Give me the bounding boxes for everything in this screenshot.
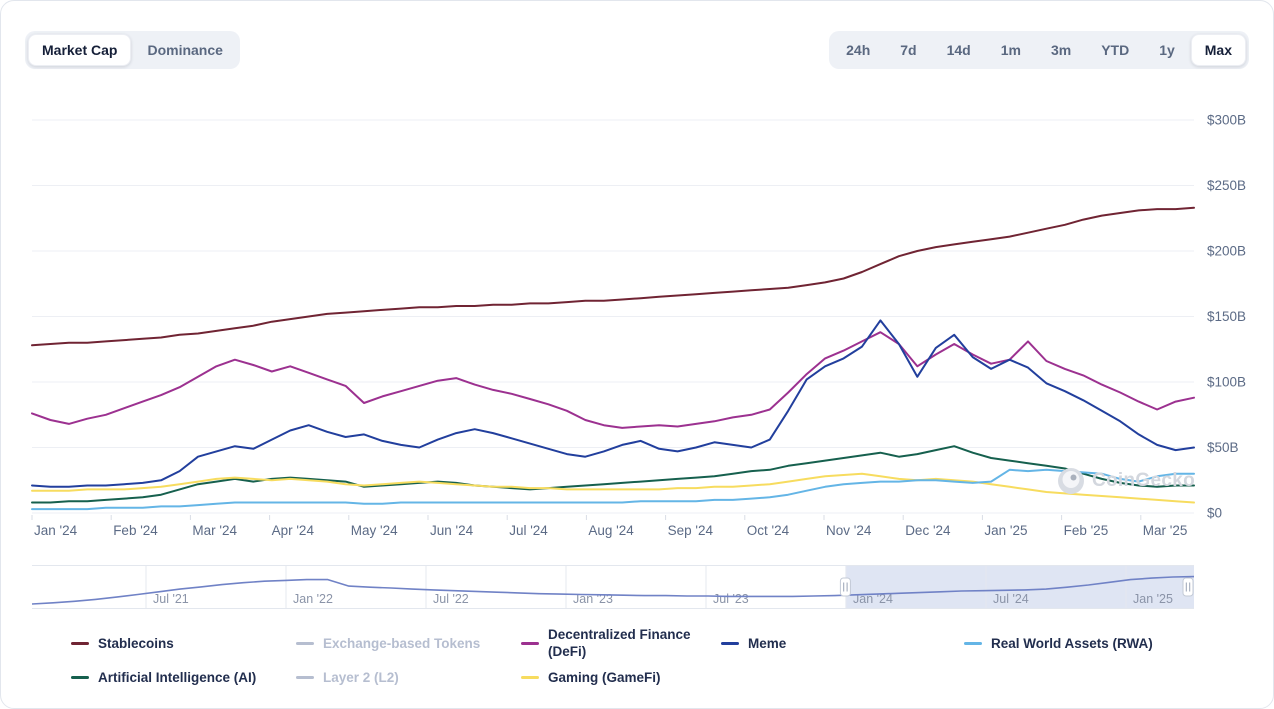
series-line-decentralized-finance-defi xyxy=(32,332,1194,428)
legend-item-layer-2-l2[interactable]: Layer 2 (L2) xyxy=(296,669,521,686)
y-axis-label: $50B xyxy=(1207,440,1239,455)
x-axis-label: Feb '25 xyxy=(1064,523,1109,538)
range-ytd[interactable]: YTD xyxy=(1087,34,1143,66)
range-3m[interactable]: 3m xyxy=(1037,34,1085,66)
navigator-tick-label: Jul '21 xyxy=(153,592,189,606)
navigator-tick-label: Jul '22 xyxy=(433,592,469,606)
navigator-handle-left[interactable] xyxy=(840,578,850,596)
legend-item-gaming-gamefi[interactable]: Gaming (GameFi) xyxy=(521,669,721,686)
navigator-tick-label: Jul '24 xyxy=(993,592,1029,606)
x-axis-label: May '24 xyxy=(351,523,398,538)
legend-label: Real World Assets (RWA) xyxy=(991,635,1153,652)
legend-swatch-stablecoins xyxy=(71,642,89,645)
legend-label: Decentralized Finance (DeFi) xyxy=(548,626,721,660)
main-chart[interactable]: $0 $50B $100B $150B $200B $250B $300B Jan '24 Fe… xyxy=(17,83,1259,543)
x-axis-label: Jan '25 xyxy=(984,523,1027,538)
x-axis-label: Sep '24 xyxy=(668,523,714,538)
legend-swatch-gaming-gamefi xyxy=(521,676,539,679)
x-axis-label: Feb '24 xyxy=(113,523,158,538)
legend-item-stablecoins[interactable]: Stablecoins xyxy=(71,626,296,660)
navigator-tick-label: Jul '23 xyxy=(713,592,749,606)
legend-item-meme[interactable]: Meme xyxy=(721,626,964,660)
market-cap-chart-card: Market CapDominance 24h7d14d1m3mYTD1yMax… xyxy=(0,0,1274,709)
chart-header: Market CapDominance 24h7d14d1m3mYTD1yMax xyxy=(25,31,1249,69)
legend-label: Meme xyxy=(748,635,786,652)
y-axis-label: $200B xyxy=(1207,244,1246,259)
x-axis-label: Aug '24 xyxy=(588,523,634,538)
y-axis-label: $0 xyxy=(1207,506,1222,521)
x-axis-label: Jul '24 xyxy=(509,523,548,538)
legend-swatch-real-world-assets-rwa xyxy=(964,642,982,645)
legend-item-exchange-based-tokens[interactable]: Exchange-based Tokens xyxy=(296,626,521,660)
legend-label: Artificial Intelligence (AI) xyxy=(98,669,256,686)
x-axis-label: Mar '25 xyxy=(1143,523,1188,538)
y-axis-label: $150B xyxy=(1207,309,1246,324)
x-axis-label: Jun '24 xyxy=(430,523,474,538)
legend-label: Gaming (GameFi) xyxy=(548,669,661,686)
y-axis-label: $100B xyxy=(1207,375,1246,390)
navigator[interactable]: Jul '21Jan '22Jul '22Jan '23Jul '23Jan '… xyxy=(17,562,1259,612)
x-axis-label: Dec '24 xyxy=(905,523,951,538)
series-line-gaming-gamefi xyxy=(32,474,1194,503)
legend-swatch-layer-2-l2 xyxy=(296,676,314,679)
legend: Stablecoins Exchange-based Tokens Decentra… xyxy=(71,626,1257,686)
legend-swatch-meme xyxy=(721,642,739,645)
x-axis-label: Oct '24 xyxy=(747,523,790,538)
metric-toggle-group: Market CapDominance xyxy=(25,31,240,69)
legend-swatch-exchange-based-tokens xyxy=(296,642,314,645)
legend-item-decentralized-finance-defi[interactable]: Decentralized Finance (DeFi) xyxy=(521,626,721,660)
range-1y[interactable]: 1y xyxy=(1145,34,1189,66)
time-range-group: 24h7d14d1m3mYTD1yMax xyxy=(829,31,1249,69)
tab-market-cap[interactable]: Market Cap xyxy=(28,34,131,66)
y-axis-label: $300B xyxy=(1207,113,1246,128)
series-line-stablecoins xyxy=(32,208,1194,345)
legend-label: Stablecoins xyxy=(98,635,174,652)
legend-label: Layer 2 (L2) xyxy=(323,669,399,686)
tab-dominance[interactable]: Dominance xyxy=(133,34,236,66)
legend-item-real-world-assets-rwa[interactable]: Real World Assets (RWA) xyxy=(964,626,1257,660)
range-7d[interactable]: 7d xyxy=(886,34,930,66)
range-14d[interactable]: 14d xyxy=(933,34,985,66)
main-chart-area: $0 $50B $100B $150B $200B $250B $300B Jan '24 Fe… xyxy=(17,83,1257,543)
navigator-tick-label: Jan '22 xyxy=(293,592,333,606)
range-24h[interactable]: 24h xyxy=(832,34,884,66)
x-axis-label: Mar '24 xyxy=(192,523,237,538)
range-max[interactable]: Max xyxy=(1191,34,1246,66)
navigator-handle-right[interactable] xyxy=(1183,578,1193,596)
legend-item-artificial-intelligence-ai[interactable]: Artificial Intelligence (AI) xyxy=(71,669,296,686)
legend-swatch-artificial-intelligence-ai xyxy=(71,676,89,679)
legend-label: Exchange-based Tokens xyxy=(323,635,480,652)
range-1m[interactable]: 1m xyxy=(987,34,1035,66)
legend-swatch-decentralized-finance-defi xyxy=(521,642,539,645)
navigator-tick-label: Jan '25 xyxy=(1133,592,1173,606)
x-axis-label: Nov '24 xyxy=(826,523,872,538)
x-axis-label: Apr '24 xyxy=(272,523,315,538)
navigator-area: Jul '21Jan '22Jul '22Jan '23Jul '23Jan '… xyxy=(17,562,1257,612)
y-axis-label: $250B xyxy=(1207,178,1246,193)
x-axis-label: Jan '24 xyxy=(34,523,78,538)
